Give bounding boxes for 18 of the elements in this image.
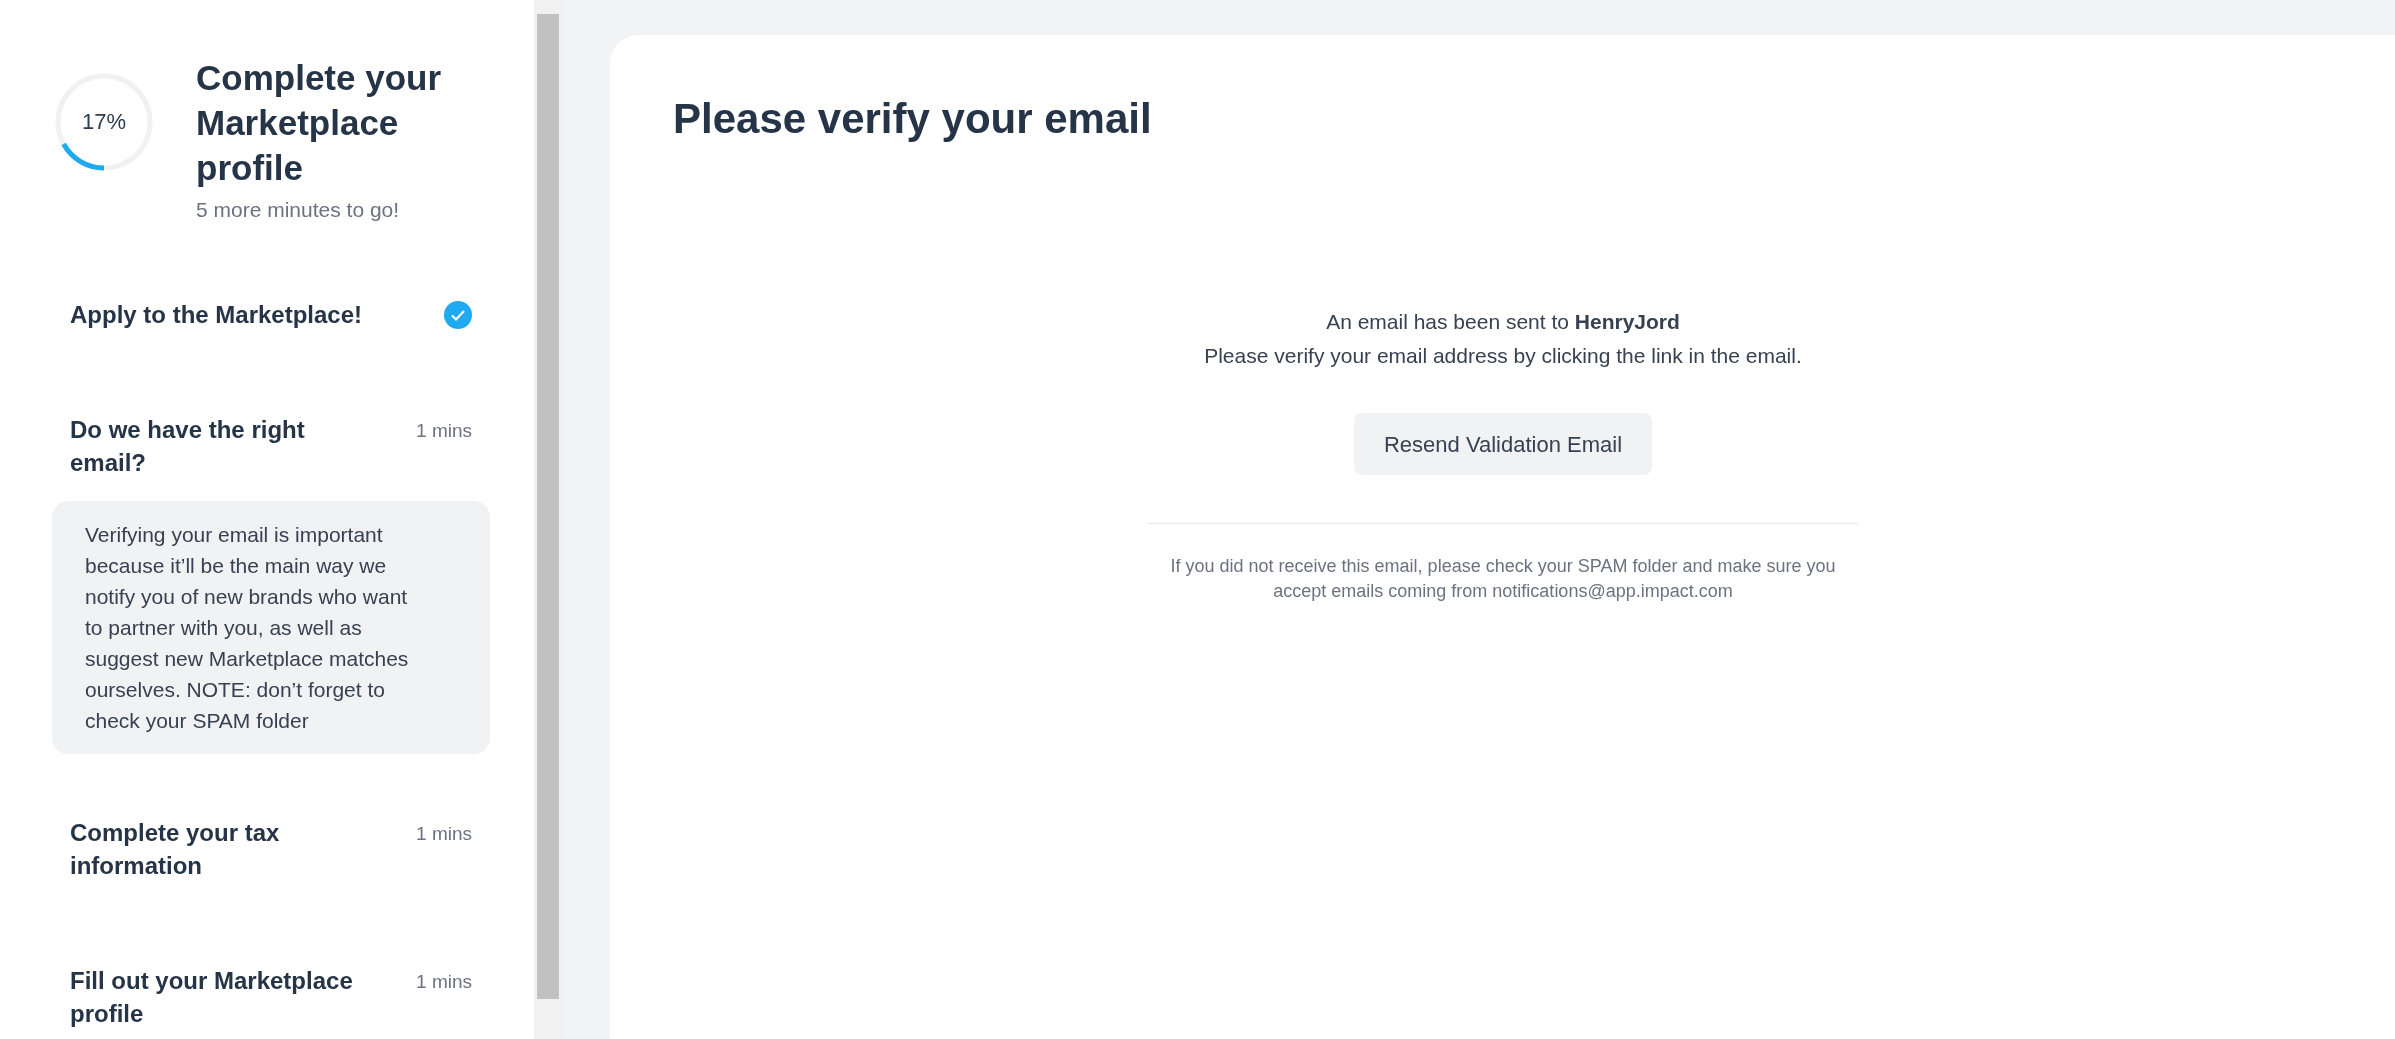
page-title: Please verify your email bbox=[673, 94, 1152, 144]
checklist-item[interactable]: Apply to the Marketplace! bbox=[52, 275, 490, 353]
checklist-item[interactable]: Complete your tax information 1 mins bbox=[52, 793, 490, 904]
scrollbar[interactable] bbox=[534, 0, 562, 1039]
duration-label: 1 mins bbox=[416, 418, 472, 443]
sent-message: An email has been sent to HenryJord bbox=[1326, 309, 1680, 335]
duration-label: 1 mins bbox=[416, 969, 472, 994]
profile-subtitle: 5 more minutes to go! bbox=[196, 197, 401, 223]
spam-note: If you did not receive this email, please check your SPAM folder and make sure you accept emails coming from notifications@app.impact.com bbox=[1169, 555, 1837, 603]
duration-label: 1 mins bbox=[416, 821, 472, 846]
progress-percent: 17% bbox=[82, 109, 126, 135]
check-icon bbox=[444, 300, 472, 329]
step-description: Verifying your email is important because it’ll be the main way we notify you of new brands who want to partner with you, as well as suggest new Marketplace matches ourselves. NOTE: don’t forget to check your SPAM folder bbox=[52, 500, 490, 754]
resend-validation-button[interactable]: Resend Validation Email bbox=[1353, 413, 1653, 475]
profile-title: Complete your Marketplace profile bbox=[196, 57, 443, 189]
checklist-item[interactable]: Do we have the right email? 1 mins bbox=[52, 390, 490, 501]
checklist-item[interactable]: Fill out your Marketplace profile 1 mins bbox=[52, 941, 490, 1039]
instruction-text: Please verify your email address by clicking the link in the email. bbox=[1204, 343, 1802, 369]
